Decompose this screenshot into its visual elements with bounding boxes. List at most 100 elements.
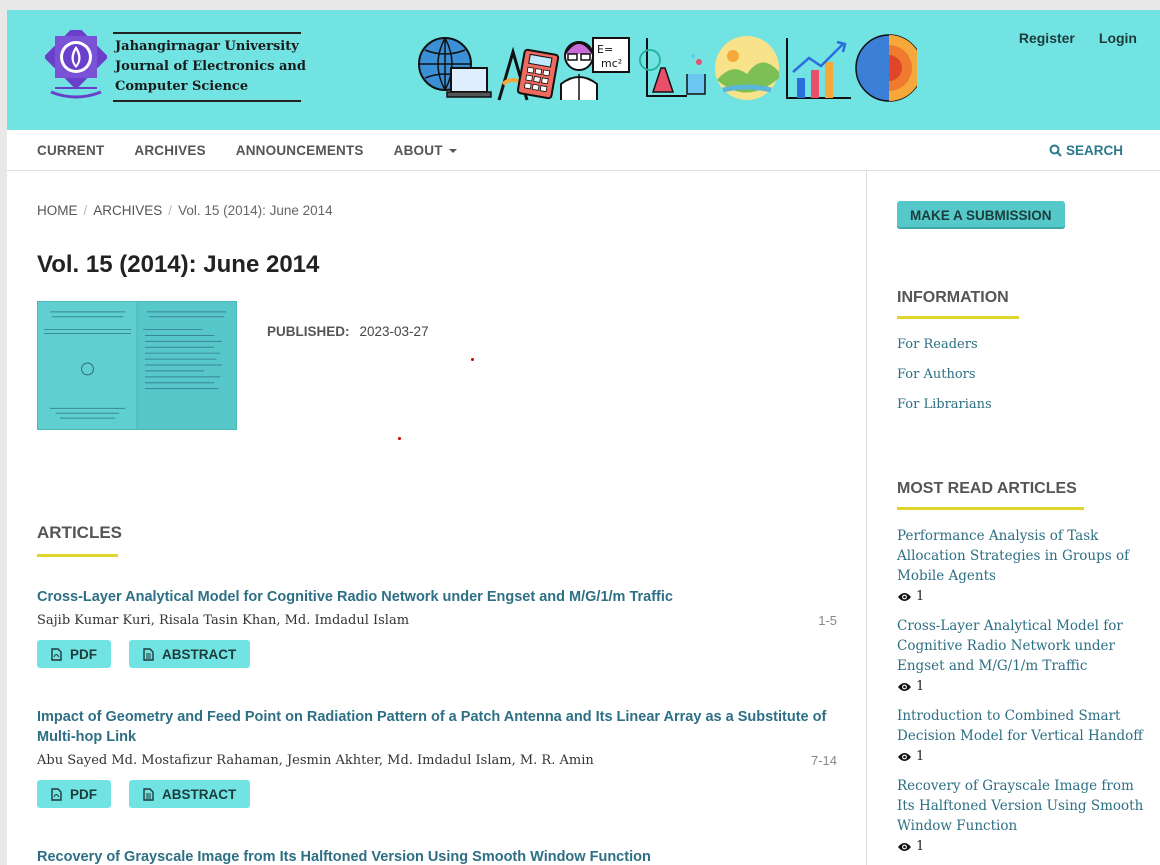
breadcrumb-separator: / [168,203,173,218]
nav-item-about-label: ABOUT [393,143,443,158]
abstract-label: ABSTRACT [162,786,237,802]
most-read-item: Introduction to Combined Smart Decision … [897,706,1147,767]
abstract-label: ABSTRACT [162,646,237,662]
growth-chart-icon [786,38,851,99]
information-heading: INFORMATION [897,289,1009,306]
most-read-heading: MOST READ ARTICLES [897,480,1077,497]
info-link-readers[interactable]: For Readers [897,337,978,352]
article-pages: 1-5 [818,613,837,628]
info-link-librarians[interactable]: For Librarians [897,397,992,412]
compass-calculator-icon [497,46,560,101]
journal-name-line-1: Jahangirnagar University [115,39,299,54]
journal-name-line-3: Computer Science [115,79,249,94]
breadcrumb-separator: / [83,203,88,218]
article-authors: Abu Sayed Md. Mostafizur Rahaman, Jesmin… [37,753,594,768]
pdf-button[interactable]: PDF [37,640,111,668]
eye-icon [898,683,911,691]
article-item: Recovery of Grayscale Image from Its Hal… [37,847,837,865]
most-read-title-link[interactable]: Recovery of Grayscale Image from Its Hal… [897,776,1147,836]
published-date: 2023-03-27 [359,324,429,339]
issue-cover-image[interactable] [37,301,237,430]
most-read-title-link[interactable]: Cross-Layer Analytical Model for Cogniti… [897,616,1147,676]
article-title-link[interactable]: Cross-Layer Analytical Model for Cogniti… [37,587,837,607]
article-galleys: PDF ABSTRACT [37,780,837,808]
most-read-item: Cross-Layer Analytical Model for Cogniti… [897,616,1147,697]
article-authors: Sajib Kumar Kuri, Risala Tasin Khan, Md.… [37,613,410,628]
nav-item-about[interactable]: ABOUT [394,143,457,158]
page: Jahangirnagar University Journal of Elec… [7,10,1160,865]
sidebar: MAKE A SUBMISSION INFORMATION For Reader… [868,171,1160,865]
heading-underline [897,316,1019,319]
journal-logo[interactable]: Jahangirnagar University Journal of Elec… [45,30,306,104]
pdf-button[interactable]: PDF [37,780,111,808]
globe-laptop-icon [418,37,492,98]
most-read-item: Recovery of Grayscale Image from Its Hal… [897,776,1147,857]
breadcrumb: HOME / ARCHIVES / Vol. 15 (2014): June 2014 [37,203,333,218]
nav-item-current[interactable]: CURRENT [37,143,104,158]
published-info: PUBLISHED: 2023-03-27 [267,324,429,339]
most-read-item: Performance Analysis of Task Allocation … [897,526,1147,607]
view-count-value: 1 [916,679,925,694]
pdf-label: PDF [70,646,97,662]
marker-dot [398,437,401,440]
article-meta: Sajib Kumar Kuri, Risala Tasin Khan, Md.… [37,613,837,628]
articles-heading: ARTICLES [37,523,122,542]
landscape-icon [715,36,779,100]
university-seal-icon [45,30,107,99]
science-banner-illustration: E= mc² [418,34,917,102]
view-count-value: 1 [916,839,925,854]
article-title-link[interactable]: Impact of Geometry and Feed Point on Rad… [37,707,837,747]
info-link-authors[interactable]: For Authors [897,367,976,382]
page-title: Vol. 15 (2014): June 2014 [37,251,320,278]
journal-name: Jahangirnagar University Journal of Elec… [113,32,306,102]
most-read-title-link[interactable]: Performance Analysis of Task Allocation … [897,526,1147,586]
breadcrumb-archives[interactable]: ARCHIVES [93,203,162,218]
journal-name-line-2: Journal of Electronics and [115,59,306,74]
view-count: 1 [897,677,1147,697]
heading-underline [37,554,118,557]
heading-underline [897,507,1084,510]
search-icon [1049,144,1062,157]
login-link[interactable]: Login [1099,30,1137,46]
nav-item-announcements[interactable]: ANNOUNCEMENTS [236,143,364,158]
earth-layers-icon [855,34,917,102]
lab-flasks-icon [639,38,706,97]
abstract-button[interactable]: ABSTRACT [129,780,251,808]
article-meta: Abu Sayed Md. Mostafizur Rahaman, Jesmin… [37,753,837,768]
pdf-label: PDF [70,786,97,802]
article-title-link[interactable]: Recovery of Grayscale Image from Its Hal… [37,847,837,865]
caret-down-icon [448,149,457,154]
published-label: PUBLISHED: [267,324,350,339]
article-item: Impact of Geometry and Feed Point on Rad… [37,707,837,808]
svg-text:mc²: mc² [601,57,622,70]
most-read-title-link[interactable]: Introduction to Combined Smart Decision … [897,706,1147,746]
register-link[interactable]: Register [1019,30,1075,46]
breadcrumb-home[interactable]: HOME [37,203,78,218]
main-navigation: CURRENT ARCHIVES ANNOUNCEMENTS ABOUT SEA… [7,130,1160,171]
nav-menu: CURRENT ARCHIVES ANNOUNCEMENTS ABOUT [37,130,457,171]
article-item: Cross-Layer Analytical Model for Cogniti… [37,587,837,668]
make-submission-button[interactable]: MAKE A SUBMISSION [897,201,1065,229]
article-pages: 7-14 [810,753,837,768]
abstract-button[interactable]: ABSTRACT [129,640,251,668]
view-count: 1 [897,747,1147,767]
marker-dot [471,358,474,361]
pdf-file-icon [51,647,62,661]
scientist-board-icon: E= mc² [560,37,630,100]
view-count: 1 [897,587,1147,607]
document-icon [143,647,154,661]
search-link[interactable]: SEARCH [1049,130,1123,171]
nav-item-archives[interactable]: ARCHIVES [134,143,205,158]
eye-icon [898,843,911,851]
pdf-file-icon [51,787,62,801]
breadcrumb-current: Vol. 15 (2014): June 2014 [178,203,333,218]
main-content: HOME / ARCHIVES / Vol. 15 (2014): June 2014 … [7,171,867,865]
view-count: 1 [897,837,1147,857]
search-label: SEARCH [1065,143,1123,158]
svg-text:E=: E= [597,43,613,56]
eye-icon [898,593,911,601]
article-galleys: PDF ABSTRACT [37,640,837,668]
site-header: Jahangirnagar University Journal of Elec… [7,10,1160,130]
view-count-value: 1 [916,589,925,604]
user-links: Register Login [1019,30,1137,46]
